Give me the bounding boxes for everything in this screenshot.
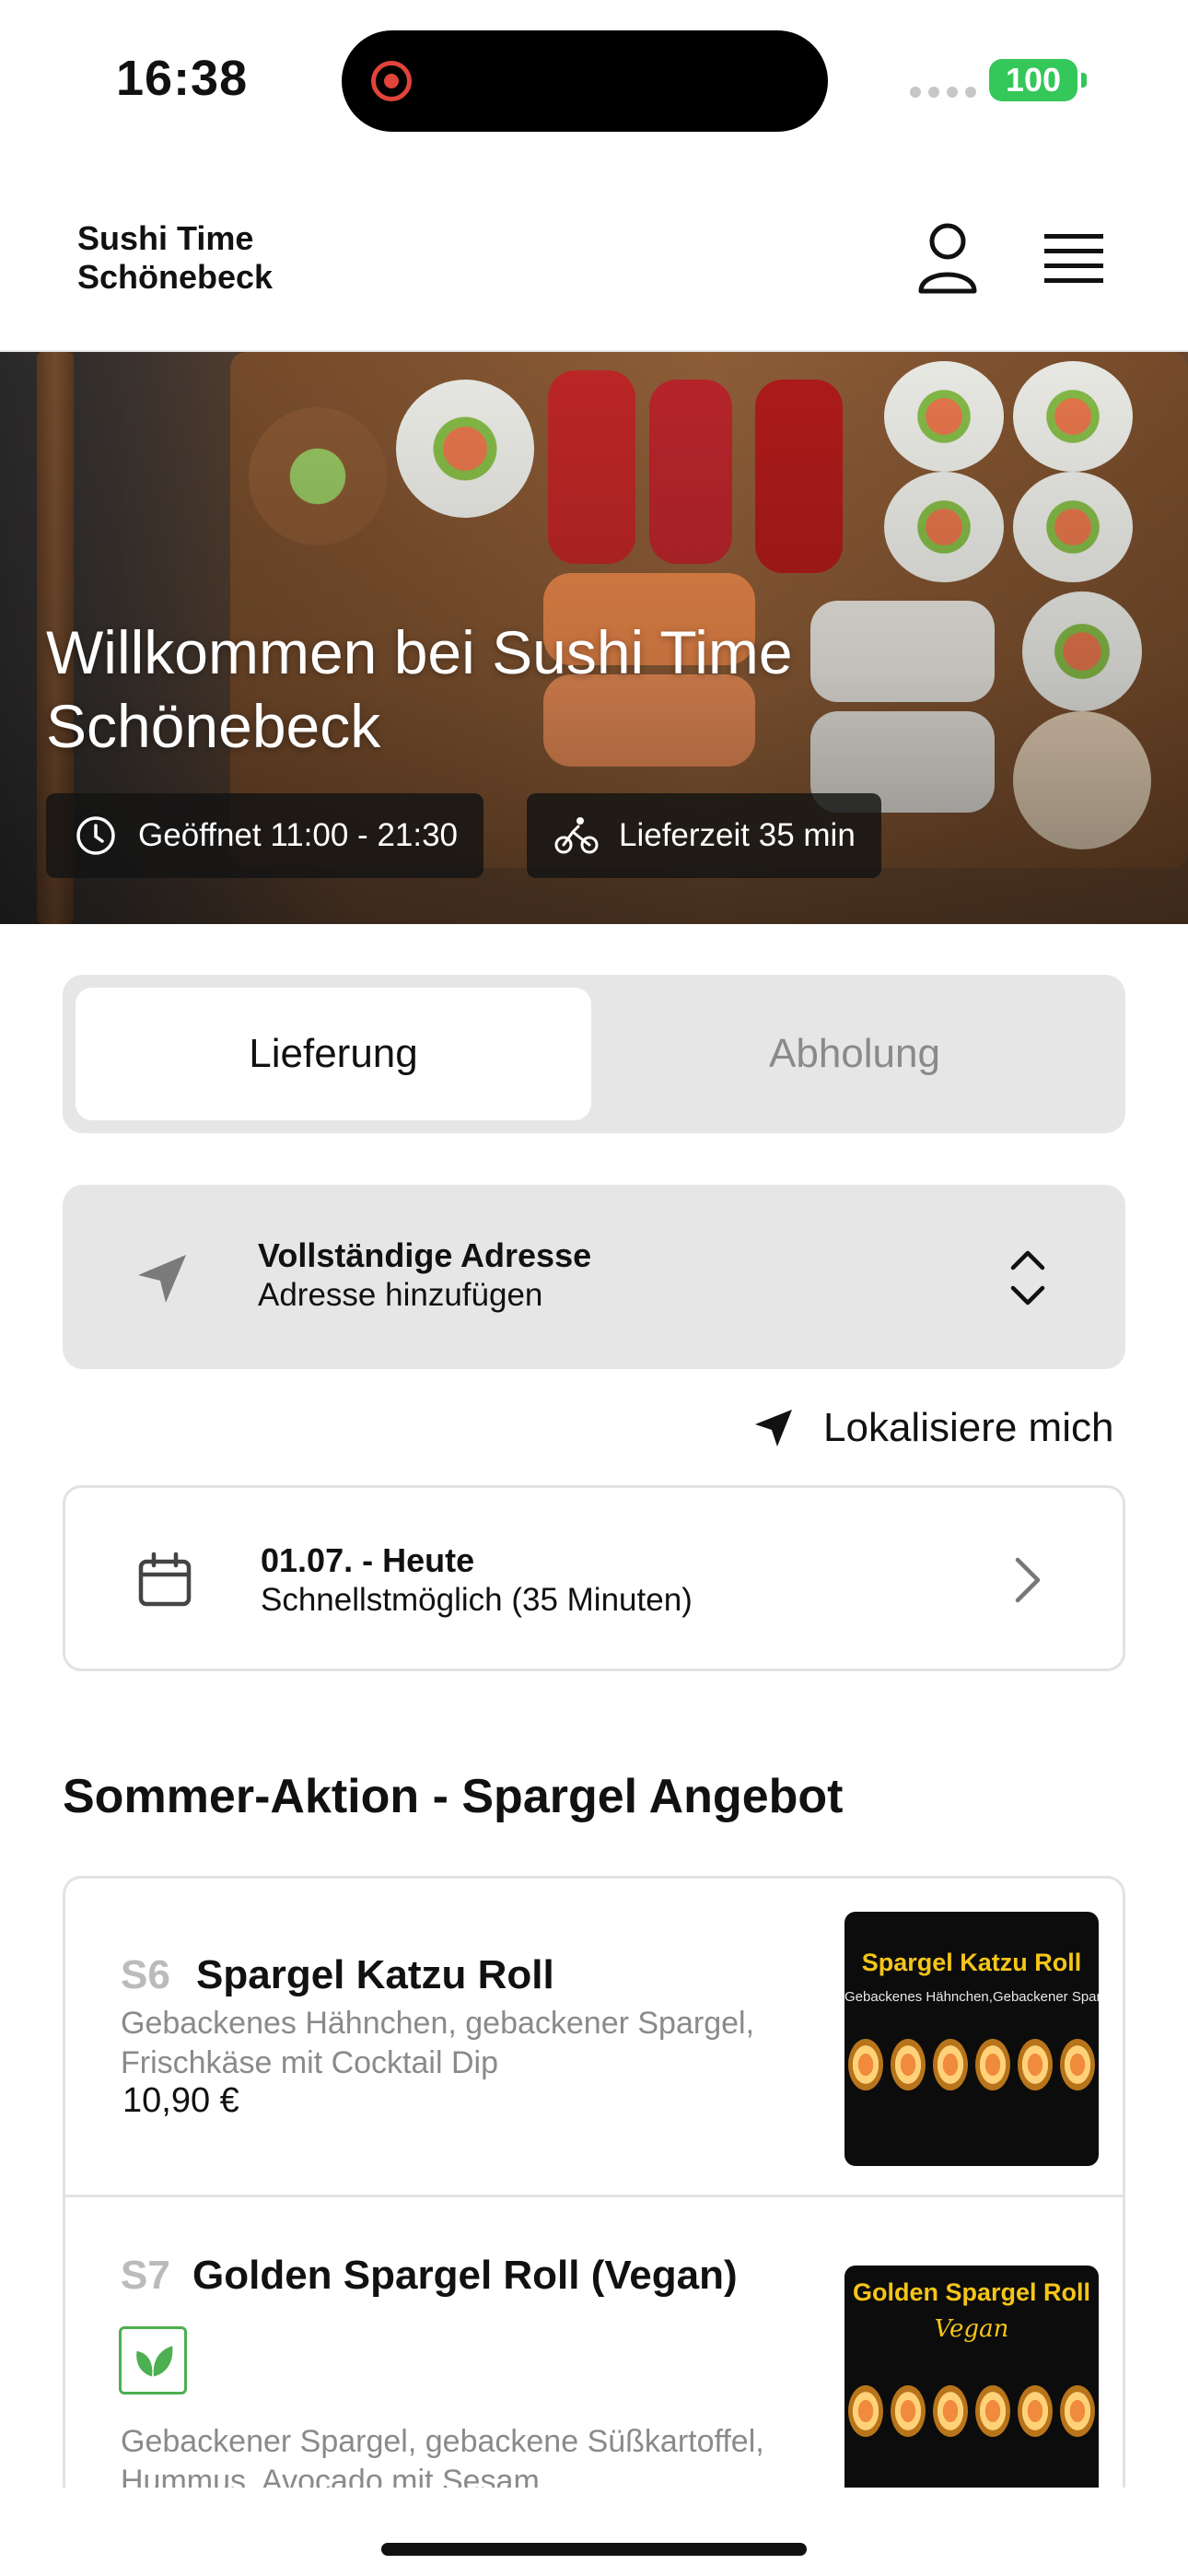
item-image-title: Golden Spargel Roll (852, 2278, 1091, 2306)
delivery-time-text: Lieferzeit 35 min (619, 817, 856, 853)
bicycle-icon (554, 817, 599, 854)
item-image: Spargel Katzu Roll Gebackenes Hähnchen,G… (844, 1912, 1099, 2166)
item-name: Golden Spargel Roll (Vegan) (192, 2253, 738, 2298)
sushi-rolls-image (844, 2385, 1099, 2450)
battery-icon: 100 (989, 59, 1087, 101)
location-arrow-icon (138, 1255, 186, 1303)
address-title: Vollständige Adresse (258, 1236, 592, 1274)
item-image: Golden Spargel Roll Vegan (844, 2266, 1099, 2488)
brand-name[interactable]: Sushi Time Schönebeck (77, 219, 354, 297)
chevron-right-icon (1015, 1557, 1041, 1603)
sushi-rolls-image (844, 2039, 1099, 2103)
status-time: 16:38 (116, 51, 249, 106)
delivery-mode-toggle: Lieferung Abholung (63, 975, 1125, 1133)
item-description: Gebackener Spargel, gebackene Süßkartoff… (121, 2424, 764, 2488)
address-selector[interactable]: Vollständige Adresse Adresse hinzufügen (63, 1185, 1125, 1369)
item-image-title: Spargel Katzu Roll (861, 1949, 1082, 1976)
locate-me-label: Lokalisiere mich (823, 1405, 1114, 1450)
section-title: Sommer-Aktion - Spargel Angebot (63, 1770, 844, 1823)
dynamic-island (342, 30, 828, 132)
app-header: Sushi Time Schönebeck (0, 157, 1188, 352)
chevron-up-down-icon (1010, 1250, 1045, 1306)
hero-title: Willkommen bei Sushi Time Schönebeck (46, 618, 793, 760)
delivery-time-chip: Lieferzeit 35 min (527, 793, 881, 878)
item-image-subtitle: Vegan (934, 2315, 1009, 2343)
item-description: Gebackenes Hähnchen, gebackener Spargel,… (121, 2006, 755, 2080)
item-price: 10,90 € (122, 2081, 239, 2120)
hamburger-menu-icon[interactable] (1044, 230, 1103, 286)
vegan-leaf-icon (119, 2326, 187, 2395)
tab-lieferung[interactable]: Lieferung (76, 988, 591, 1120)
item-image-subtitle: Gebackenes Hähnchen,Gebackener Spargel, … (844, 1989, 1099, 2005)
locate-me-button[interactable]: Lokalisiere mich (751, 1400, 1113, 1456)
recording-icon (371, 61, 412, 101)
clock-icon (76, 816, 115, 855)
menu-item-list: S6 Spargel Katzu Roll Gebackenes Hähnche… (63, 1876, 1125, 2488)
item-code: S7 (121, 2253, 170, 2298)
status-bar: 16:38 100 (0, 0, 1188, 157)
navigation-arrow-icon (755, 1410, 792, 1446)
item-code: S6 (121, 1952, 170, 1997)
hero-banner: Willkommen bei Sushi Time Schönebeck Geö… (0, 352, 1188, 924)
home-indicator[interactable] (381, 2543, 807, 2556)
calendar-icon (138, 1551, 192, 1607)
schedule-selector[interactable]: 01.07. - Heute Schnellstmöglich (35 Minu… (63, 1485, 1125, 1671)
address-placeholder: Adresse hinzufügen (258, 1277, 543, 1313)
item-name: Spargel Katzu Roll (196, 1952, 554, 1997)
tab-abholung[interactable]: Abholung (597, 988, 1112, 1120)
user-icon[interactable] (915, 221, 980, 295)
menu-item[interactable]: S7 Golden Spargel Roll (Vegan) Gebackene… (65, 2197, 1123, 2488)
menu-item[interactable]: S6 Spargel Katzu Roll Gebackenes Hähnche… (65, 1879, 1123, 2197)
schedule-time: Schnellstmöglich (35 Minuten) (261, 1582, 693, 1618)
schedule-date: 01.07. - Heute (261, 1541, 475, 1579)
signal-icon (910, 87, 976, 98)
opening-hours-chip: Geöffnet 11:00 - 21:30 (46, 793, 484, 878)
opening-hours-text: Geöffnet 11:00 - 21:30 (138, 817, 459, 853)
